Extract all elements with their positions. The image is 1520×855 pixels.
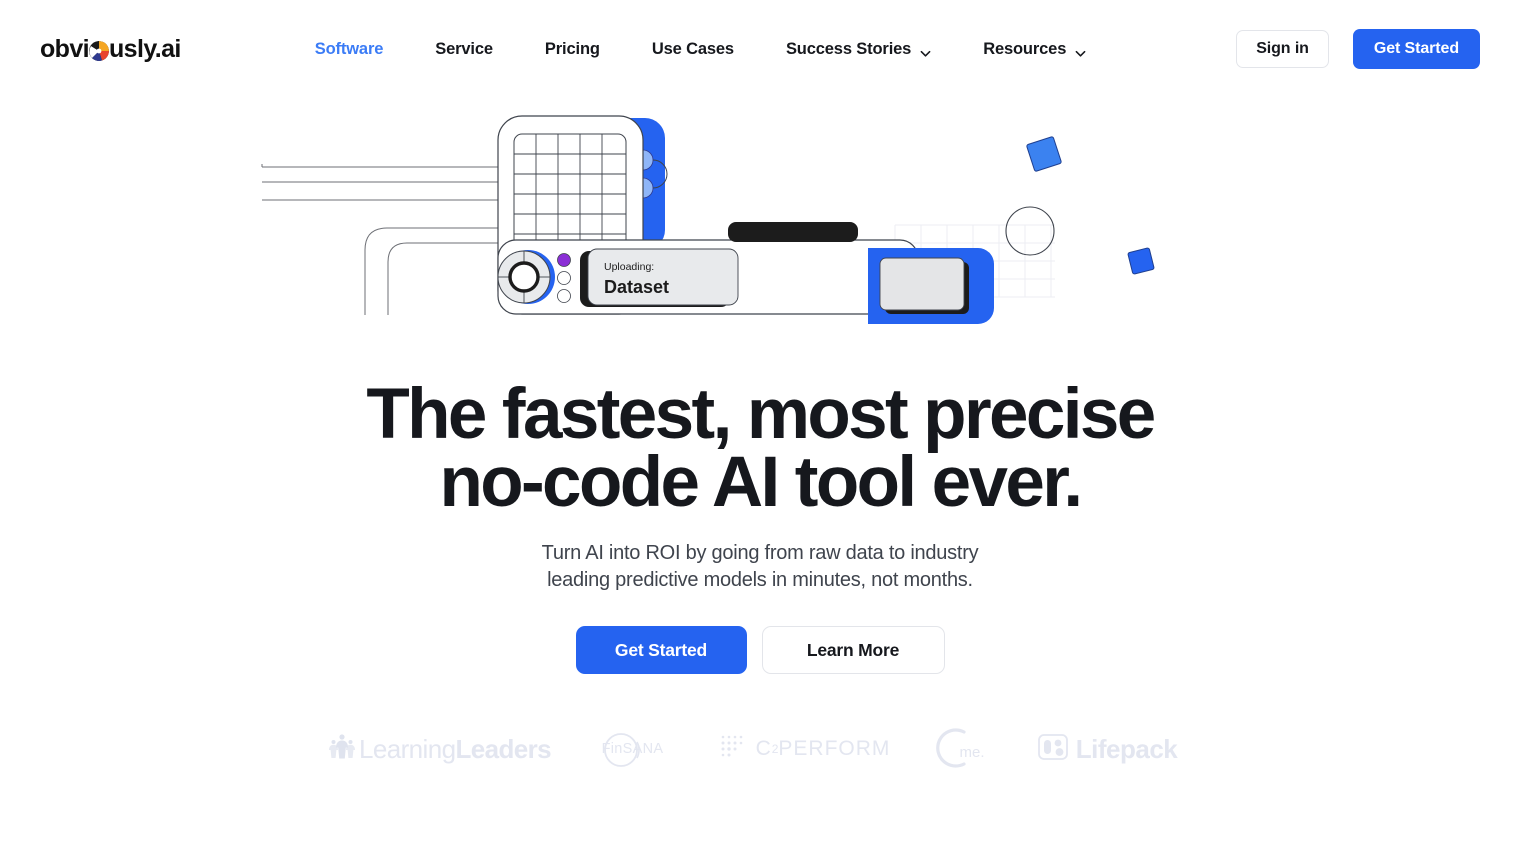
upload-screen-value: Dataset: [604, 277, 669, 297]
nav-item-success-stories[interactable]: Success Stories: [786, 30, 931, 69]
pie-chart-o-icon: [89, 41, 109, 61]
nav-item-use-cases[interactable]: Use Cases: [652, 30, 734, 69]
hero-section: Uploading: Dataset The fastest, most pre…: [0, 110, 1520, 772]
brand-logo[interactable]: obvi usly.ai: [40, 34, 181, 63]
nav-label: Software: [314, 39, 384, 58]
module-screen: [879, 257, 965, 311]
subhead-line-2: leading predictive models in minutes, no…: [547, 569, 973, 591]
c2perform-text-light: C: [755, 737, 772, 760]
learningleaders-text-light: Learning: [359, 733, 456, 764]
finsana-text-light: FinS: [601, 741, 633, 757]
learningleaders-mark-icon: [329, 733, 356, 766]
client-logo-c2perform: C 2 PERFORM: [710, 726, 900, 772]
brand-logo-text-pre: obvi: [40, 34, 90, 63]
nav-item-software[interactable]: Software: [314, 30, 384, 69]
nav-label: Service: [435, 39, 493, 58]
client-logo-cme: me.: [900, 726, 1020, 772]
main-navigation: Software Service Pricing Use Cases Succe…: [315, 30, 1086, 69]
nav-item-pricing[interactable]: Pricing: [545, 30, 600, 69]
decorative-square-2: [1127, 247, 1155, 275]
c2perform-text-bold: PERFORM: [778, 737, 891, 760]
finsana-text-bold: ANA: [632, 741, 664, 757]
dial-knob-icon: [497, 250, 555, 304]
nav-label: Use Cases: [651, 39, 734, 58]
nav-item-service[interactable]: Service: [435, 30, 493, 69]
client-logo-finsana: FinSANA: [555, 726, 710, 772]
hero-illustration: Uploading: Dataset: [261, 115, 1155, 324]
chevron-down-icon: [1075, 45, 1086, 57]
decorative-circle: [1005, 206, 1055, 256]
chevron-down-icon: [920, 45, 931, 57]
nav-label: Pricing: [544, 39, 600, 58]
client-logo-strip: Learning Leaders FinSANA C 2 PERFORM me.…: [0, 726, 1520, 772]
wire-lines: [261, 164, 510, 315]
hero-subheading: Turn AI into ROI by going from raw data …: [0, 540, 1520, 594]
decorative-square-1: [1026, 136, 1062, 172]
hero-headline: The fastest, most precise no-code AI too…: [0, 379, 1520, 522]
hero-learn-more-button[interactable]: Learn More: [761, 626, 945, 674]
hero-get-started-button[interactable]: Get Started: [575, 626, 747, 674]
hero-cta-row: Get Started Learn More: [0, 626, 1520, 674]
upload-screen-label: Uploading:: [604, 261, 654, 273]
nav-item-resources[interactable]: Resources: [983, 30, 1086, 69]
header-actions: Sign in Get Started: [1236, 29, 1480, 69]
headline-line-2: no-code AI tool ever.: [439, 443, 1083, 522]
nav-label: Success Stories: [785, 39, 912, 58]
console-top-bar: [728, 222, 858, 242]
brand-logo-text-post: usly.ai: [109, 34, 181, 63]
site-header: obvi usly.ai Software Service Pricing Us…: [0, 0, 1520, 98]
dot-grid-icon: [720, 734, 746, 765]
client-logo-lifepack: Lifepack: [1020, 726, 1195, 772]
learningleaders-text-bold: Leaders: [455, 733, 551, 764]
nav-label: Resources: [983, 39, 1067, 58]
c2perform-superscript: 2: [771, 742, 779, 756]
pill-box-icon: [1037, 733, 1068, 765]
header-get-started-button[interactable]: Get Started: [1352, 29, 1480, 69]
lifepack-text: Lifepack: [1075, 733, 1178, 764]
status-indicator-dots: [557, 253, 571, 303]
subhead-line-1: Turn AI into ROI by going from raw data …: [541, 542, 979, 564]
sign-in-button[interactable]: Sign in: [1236, 30, 1329, 68]
cme-text: me.: [959, 743, 985, 761]
client-logo-learningleaders: Learning Leaders: [325, 726, 555, 772]
